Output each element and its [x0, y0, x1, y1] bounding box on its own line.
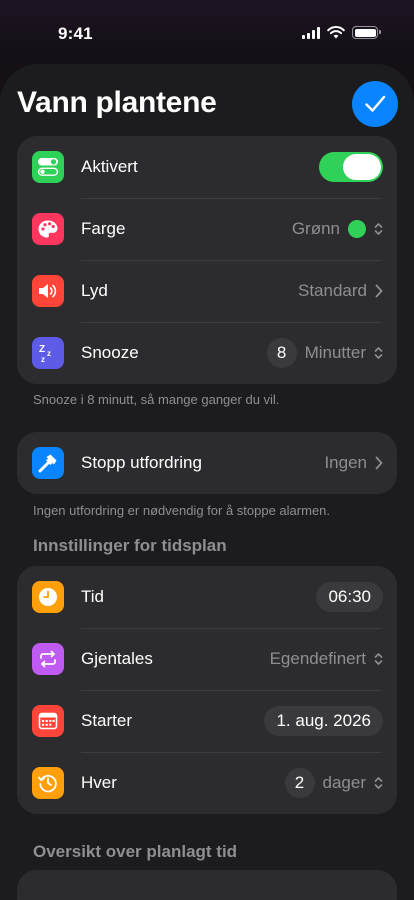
start-date-pill[interactable]: 1. aug. 2026 — [264, 706, 383, 736]
snooze-footnote: Snooze i 8 minutt, så mange ganger du vi… — [33, 392, 280, 407]
schedule-group: Tid 06:30 Gjentales Egendefinert Starter… — [17, 566, 397, 814]
sound-value: Standard — [298, 281, 367, 300]
row-every[interactable]: Hver 2 dager — [17, 752, 397, 814]
stop-challenge-value: Ingen — [324, 453, 367, 472]
calendar-icon — [32, 705, 64, 737]
speaker-icon — [32, 275, 64, 307]
clock-icon — [32, 581, 64, 613]
snooze-unit: Minutter — [304, 343, 366, 362]
sound-label: Lyd — [81, 281, 108, 300]
every-count[interactable]: 2 — [284, 768, 315, 798]
row-snooze[interactable]: Z z z Snooze 8 Minutter — [17, 322, 397, 384]
stop-challenge-picker[interactable]: Ingen — [324, 453, 383, 473]
alarm-edit-sheet: Vann plantene Aktivert Farge Grønn Lyd S… — [0, 64, 414, 900]
chevron-right-icon — [375, 284, 383, 298]
row-repeat[interactable]: Gjentales Egendefinert — [17, 628, 397, 690]
color-value: Grønn — [291, 219, 340, 238]
chevron-right-icon — [375, 456, 383, 470]
every-picker[interactable]: 2 dager — [284, 768, 383, 798]
time-value-pill[interactable]: 06:30 — [316, 582, 383, 612]
up-down-chevron-icon — [374, 223, 383, 235]
repeat-label: Gjentales — [81, 649, 153, 668]
repeat-value: Egendefinert — [269, 649, 366, 668]
stop-challenge-label: Stopp utfordring — [81, 453, 202, 472]
hammer-icon — [32, 447, 64, 479]
up-down-chevron-icon — [374, 653, 383, 665]
every-unit: dager — [322, 773, 366, 792]
snooze-picker[interactable]: 8 Minutter — [266, 338, 383, 368]
snooze-zzz-icon: Z z z — [32, 337, 64, 369]
svg-text:z: z — [47, 349, 51, 358]
snooze-count[interactable]: 8 — [266, 338, 297, 368]
row-time[interactable]: Tid 06:30 — [17, 566, 397, 628]
color-label: Farge — [81, 219, 126, 238]
alarm-settings-group: Aktivert Farge Grønn Lyd Standard Z z z … — [17, 136, 397, 384]
challenge-footnote: Ingen utfordring er nødvendig for å stop… — [33, 503, 331, 518]
status-time: 9:41 — [58, 24, 93, 43]
row-sound[interactable]: Lyd Standard — [17, 260, 397, 322]
checkmark-icon — [365, 95, 386, 112]
repeat-icon — [32, 643, 64, 675]
row-starts[interactable]: Starter 1. aug. 2026 — [17, 690, 397, 752]
color-swatch — [348, 220, 366, 238]
page-title: Vann plantene — [17, 86, 217, 119]
cellular-signal-icon — [302, 26, 320, 39]
row-enabled: Aktivert — [17, 136, 397, 198]
snooze-label: Snooze — [81, 343, 139, 362]
challenge-group: Stopp utfordring Ingen — [17, 432, 397, 494]
palette-icon — [32, 213, 64, 245]
repeat-picker[interactable]: Egendefinert — [270, 649, 383, 669]
starts-label: Starter — [81, 711, 133, 730]
svg-text:Z: Z — [39, 344, 45, 355]
done-button[interactable] — [352, 81, 398, 127]
toggle-icon — [32, 151, 64, 183]
overview-group — [17, 870, 397, 900]
svg-text:z: z — [41, 355, 45, 364]
sound-picker[interactable]: Standard — [298, 281, 383, 301]
wifi-icon — [327, 26, 345, 39]
status-bar: 9:41 — [0, 0, 414, 60]
enabled-label: Aktivert — [81, 157, 138, 176]
history-clock-icon — [32, 767, 64, 799]
row-stop-challenge[interactable]: Stopp utfordring Ingen — [17, 432, 397, 494]
up-down-chevron-icon — [374, 777, 383, 789]
row-color[interactable]: Farge Grønn — [17, 198, 397, 260]
battery-icon — [352, 26, 381, 39]
status-icons — [302, 26, 381, 39]
every-label: Hver — [81, 773, 117, 792]
time-label: Tid — [81, 587, 104, 606]
enabled-toggle[interactable] — [319, 152, 383, 182]
schedule-section-heading: Innstillinger for tidsplan — [33, 536, 227, 555]
up-down-chevron-icon — [374, 347, 383, 359]
color-picker[interactable]: Grønn — [292, 219, 383, 239]
overview-section-heading: Oversikt over planlagt tid — [33, 842, 238, 861]
